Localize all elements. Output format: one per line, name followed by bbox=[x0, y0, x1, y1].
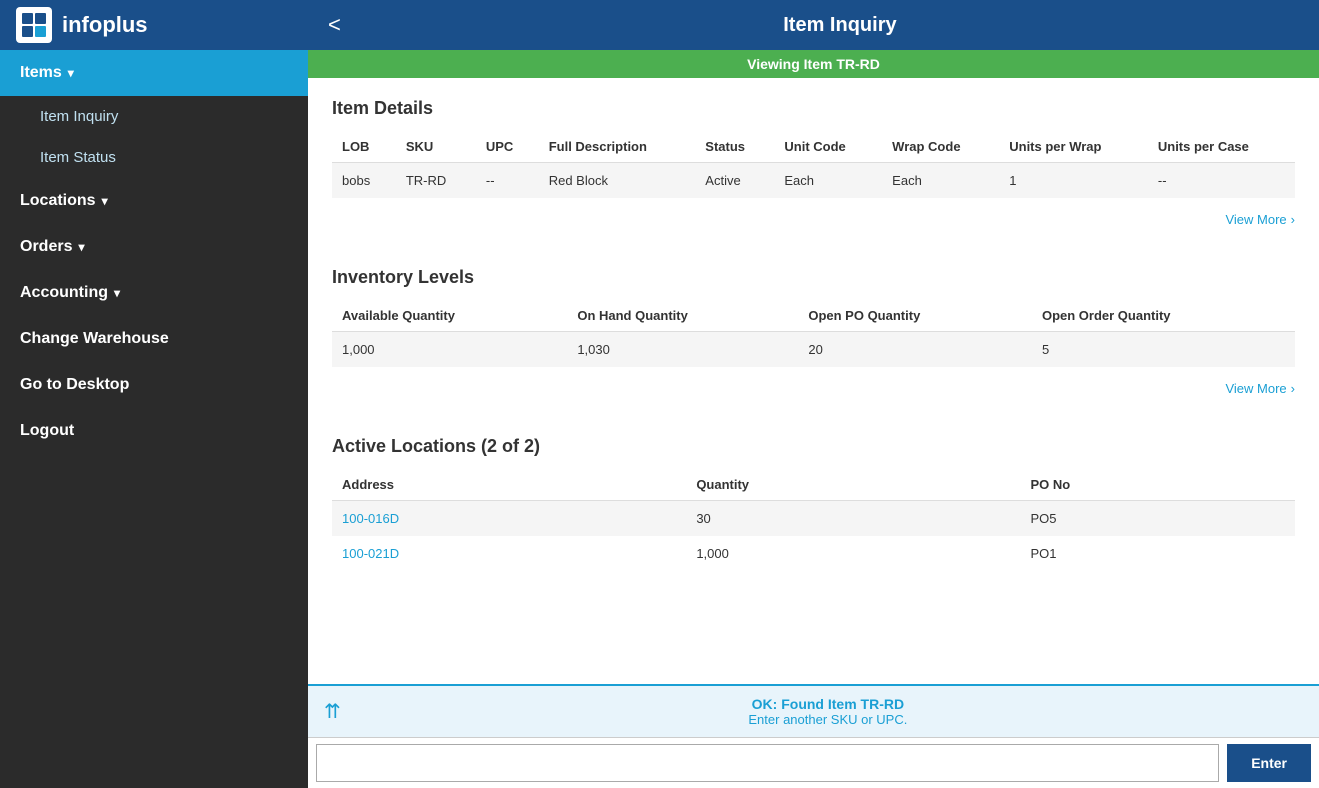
col-address: Address bbox=[332, 469, 686, 501]
col-wrap-code: Wrap Code bbox=[882, 131, 999, 163]
col-open-po-qty: Open PO Quantity bbox=[798, 300, 1032, 332]
active-locations-table: Address Quantity PO No 100-016D 30 PO5 1… bbox=[332, 469, 1295, 571]
cell-units-per-wrap: 1 bbox=[999, 163, 1148, 199]
sidebar: Items ▾ Item Inquiry Item Status Locatio… bbox=[0, 50, 308, 788]
main-layout: Items ▾ Item Inquiry Item Status Locatio… bbox=[0, 50, 1319, 788]
col-unit-code: Unit Code bbox=[774, 131, 882, 163]
inventory-levels-table: Available Quantity On Hand Quantity Open… bbox=[332, 300, 1295, 367]
col-sku: SKU bbox=[396, 131, 476, 163]
col-status: Status bbox=[695, 131, 774, 163]
cell-upc: -- bbox=[476, 163, 539, 199]
cell-wrap-code: Each bbox=[882, 163, 999, 199]
cell-available-qty: 1,000 bbox=[332, 332, 567, 368]
scroll-area[interactable]: Item Details LOB SKU UPC Full Descriptio… bbox=[308, 78, 1319, 684]
col-on-hand-qty: On Hand Quantity bbox=[567, 300, 798, 332]
cell-address-1[interactable]: 100-016D bbox=[332, 501, 686, 537]
cell-unit-code: Each bbox=[774, 163, 882, 199]
col-units-per-wrap: Units per Wrap bbox=[999, 131, 1148, 163]
cell-sku: TR-RD bbox=[396, 163, 476, 199]
sidebar-item-locations[interactable]: Locations ▾ bbox=[0, 178, 308, 224]
status-message-sub: Enter another SKU or UPC. bbox=[353, 712, 1303, 727]
sidebar-item-accounting-label: Accounting bbox=[20, 284, 108, 302]
cell-full-description: Red Block bbox=[539, 163, 696, 199]
sku-upc-input[interactable] bbox=[316, 744, 1219, 782]
sidebar-item-accounting[interactable]: Accounting ▾ bbox=[0, 270, 308, 316]
inventory-levels-title: Inventory Levels bbox=[332, 267, 1295, 288]
col-lob: LOB bbox=[332, 131, 396, 163]
cell-quantity-2: 1,000 bbox=[686, 536, 1020, 571]
inventory-levels-section: Inventory Levels Available Quantity On H… bbox=[332, 267, 1295, 412]
sidebar-item-orders-label: Orders bbox=[20, 238, 72, 256]
sidebar-item-item-inquiry[interactable]: Item Inquiry bbox=[0, 96, 308, 137]
topbar: infoplus < Item Inquiry bbox=[0, 0, 1319, 50]
back-button[interactable]: < bbox=[308, 12, 361, 38]
item-details-view-more[interactable]: View More › bbox=[332, 206, 1295, 243]
page-title: Item Inquiry bbox=[361, 14, 1319, 37]
cell-open-order-qty: 5 bbox=[1032, 332, 1295, 368]
cell-open-po-qty: 20 bbox=[798, 332, 1032, 368]
input-row: Enter bbox=[308, 737, 1319, 788]
cell-po-no-2: PO1 bbox=[1021, 536, 1295, 571]
item-details-table: LOB SKU UPC Full Description Status Unit… bbox=[332, 131, 1295, 198]
bottom-bar: ⇈ OK: Found Item TR-RD Enter another SKU… bbox=[308, 684, 1319, 737]
chevron-right-icon-orders: ▾ bbox=[78, 240, 84, 254]
cell-po-no-1: PO5 bbox=[1021, 501, 1295, 537]
col-open-order-qty: Open Order Quantity bbox=[1032, 300, 1295, 332]
active-locations-section: Active Locations (2 of 2) Address Quanti… bbox=[332, 436, 1295, 571]
cell-quantity-1: 30 bbox=[686, 501, 1020, 537]
active-locations-title: Active Locations (2 of 2) bbox=[332, 436, 1295, 457]
location-row-1: 100-016D 30 PO5 bbox=[332, 501, 1295, 537]
location-row-2: 100-021D 1,000 PO1 bbox=[332, 536, 1295, 571]
chevron-right-icon-accounting: ▾ bbox=[114, 286, 120, 300]
sidebar-item-locations-label: Locations bbox=[20, 192, 96, 210]
col-available-qty: Available Quantity bbox=[332, 300, 567, 332]
item-details-section: Item Details LOB SKU UPC Full Descriptio… bbox=[332, 98, 1295, 243]
logo-text: infoplus bbox=[62, 12, 148, 38]
logo-area: infoplus bbox=[0, 7, 308, 43]
inventory-levels-row: 1,000 1,030 20 5 bbox=[332, 332, 1295, 368]
inventory-levels-view-more[interactable]: View More › bbox=[332, 375, 1295, 412]
item-details-row: bobs TR-RD -- Red Block Active Each Each… bbox=[332, 163, 1295, 199]
col-full-description: Full Description bbox=[539, 131, 696, 163]
sidebar-item-change-warehouse[interactable]: Change Warehouse bbox=[0, 316, 308, 362]
col-units-per-case: Units per Case bbox=[1148, 131, 1295, 163]
cell-lob: bobs bbox=[332, 163, 396, 199]
sidebar-item-orders[interactable]: Orders ▾ bbox=[0, 224, 308, 270]
content-area: Viewing Item TR-RD Item Details LOB SKU … bbox=[308, 50, 1319, 788]
item-details-title: Item Details bbox=[332, 98, 1295, 119]
cell-units-per-case: -- bbox=[1148, 163, 1295, 199]
up-arrows-icon[interactable]: ⇈ bbox=[324, 699, 341, 724]
col-quantity: Quantity bbox=[686, 469, 1020, 501]
chevron-down-icon: ▾ bbox=[68, 66, 74, 80]
cell-status: Active bbox=[695, 163, 774, 199]
enter-button[interactable]: Enter bbox=[1227, 744, 1311, 782]
status-message-ok: OK: Found Item TR-RD bbox=[353, 696, 1303, 712]
logo-icon bbox=[16, 7, 52, 43]
messages-area: OK: Found Item TR-RD Enter another SKU o… bbox=[353, 696, 1303, 727]
sidebar-item-go-to-desktop[interactable]: Go to Desktop bbox=[0, 362, 308, 408]
col-upc: UPC bbox=[476, 131, 539, 163]
sidebar-item-item-status[interactable]: Item Status bbox=[0, 137, 308, 178]
chevron-right-icon: ▾ bbox=[102, 194, 108, 208]
cell-address-2[interactable]: 100-021D bbox=[332, 536, 686, 571]
cell-on-hand-qty: 1,030 bbox=[567, 332, 798, 368]
sidebar-item-logout[interactable]: Logout bbox=[0, 408, 308, 454]
sidebar-item-items[interactable]: Items ▾ bbox=[0, 50, 308, 96]
viewing-banner: Viewing Item TR-RD bbox=[308, 50, 1319, 78]
sidebar-item-items-label: Items bbox=[20, 64, 62, 82]
col-po-no: PO No bbox=[1021, 469, 1295, 501]
